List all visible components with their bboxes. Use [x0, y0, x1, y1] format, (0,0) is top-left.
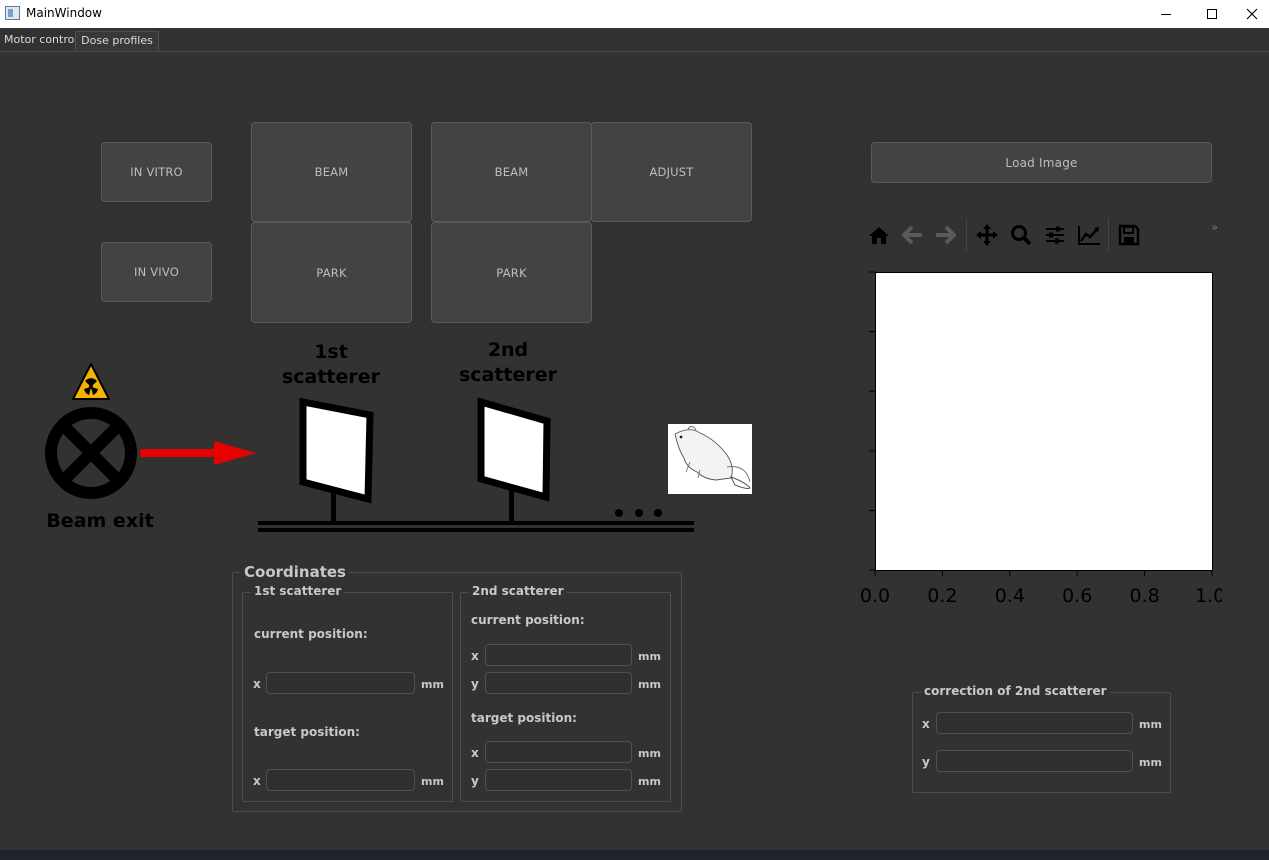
- scatterer2-current-x-unit: mm: [638, 650, 661, 663]
- configure-icon: [1046, 226, 1064, 244]
- scatterer1-target-x-label: x: [253, 774, 261, 788]
- app-window-icon: [5, 6, 20, 20]
- scatterer2-target-y-unit: mm: [638, 775, 661, 788]
- tab-motor-control[interactable]: Motor control: [0, 31, 81, 51]
- ellipsis-dots: [615, 509, 662, 517]
- correction-y-label: y: [922, 755, 930, 769]
- scatterer2-label-line1: 2nd: [487, 339, 529, 361]
- plot-axes: [869, 271, 1213, 576]
- scatterer2-beam-button[interactable]: BEAM: [431, 122, 592, 222]
- toolbar-back-button[interactable]: [900, 222, 926, 248]
- correction-x-unit: mm: [1139, 718, 1162, 731]
- close-icon: [1246, 8, 1258, 20]
- toolbar-forward-button[interactable]: [932, 222, 958, 248]
- scatterer2-target-x-unit: mm: [638, 747, 661, 760]
- scatterer2-park-button[interactable]: PARK: [431, 222, 592, 323]
- correction-y-unit: mm: [1139, 756, 1162, 769]
- toolbar-save-button[interactable]: [1116, 222, 1142, 248]
- scatterer2-diagram-label: 2nd scatterer: [454, 338, 562, 388]
- scatterer1-label-line1: 1st: [314, 341, 348, 363]
- maximize-icon: [1207, 9, 1217, 19]
- scatterer2-current-y-label: y: [471, 677, 479, 691]
- back-icon: [902, 225, 922, 245]
- minimize-icon: [1161, 13, 1171, 15]
- taskbar-strip: [0, 850, 1269, 860]
- scatterer1-current-x-label: x: [253, 677, 261, 691]
- toolbar-zoom-button[interactable]: [1008, 222, 1034, 248]
- x-tick-label: 0.2: [927, 585, 958, 607]
- scatterer2-current-y-unit: mm: [638, 678, 661, 691]
- scatterer1-coords-title: 1st scatterer: [251, 584, 345, 598]
- rail: [258, 485, 694, 532]
- scatterer2-current-y-field[interactable]: [485, 672, 632, 694]
- x-tick-label: 0.6: [1062, 585, 1093, 607]
- scatterer1-current-label: current position:: [254, 627, 368, 641]
- correction-x-label: x: [922, 717, 930, 731]
- x-tick-label: 0.4: [994, 585, 1025, 607]
- scatterer1-diagram-label: 1st scatterer: [277, 340, 385, 390]
- beam-arrow: [140, 441, 256, 465]
- coordinates-title: Coordinates: [241, 563, 349, 581]
- scatterer1-shape: [299, 397, 374, 504]
- save-icon: [1118, 224, 1140, 246]
- close-button[interactable]: [1235, 0, 1269, 28]
- zoom-icon: [1011, 225, 1032, 246]
- scatterer2-target-x-label: x: [471, 746, 479, 760]
- scatterer2-current-x-label: x: [471, 649, 479, 663]
- minimize-button[interactable]: [1143, 0, 1189, 28]
- window-title: MainWindow: [26, 6, 102, 20]
- scatterer1-target-x-field[interactable]: [266, 769, 415, 791]
- correction-title: correction of 2nd scatterer: [921, 684, 1110, 698]
- scatterer1-target-x-unit: mm: [421, 775, 444, 788]
- title-bar: MainWindow: [0, 0, 1269, 28]
- tab-bar: Motor control Dose profiles: [0, 28, 1269, 52]
- scatterer1-current-x-field[interactable]: [266, 672, 415, 694]
- edit-axes-icon: [1078, 226, 1100, 245]
- x-tick-label: 1.0: [1195, 585, 1222, 607]
- toolbar-edit-axes-button[interactable]: [1076, 222, 1102, 248]
- toolbar-separator: [1108, 218, 1109, 252]
- scatterer2-coords-title: 2nd scatterer: [469, 584, 567, 598]
- scatterer2-target-label: target position:: [471, 711, 577, 725]
- scatterer2-label-line2: scatterer: [458, 364, 558, 386]
- x-tick-label: 0.0: [859, 585, 891, 607]
- toolbar-home-button[interactable]: [866, 222, 892, 248]
- scatterer2-adjust-button[interactable]: ADJUST: [591, 122, 752, 222]
- correction-y-field[interactable]: [936, 750, 1133, 772]
- maximize-button[interactable]: [1189, 0, 1235, 28]
- in-vitro-button[interactable]: IN VITRO: [101, 142, 212, 202]
- toolbar-configure-button[interactable]: [1042, 222, 1068, 248]
- toolbar-overflow-button[interactable]: »: [1212, 222, 1218, 233]
- home-icon: [869, 227, 889, 244]
- in-vivo-button[interactable]: IN VIVO: [101, 242, 212, 302]
- beam-exit-icon: [45, 407, 137, 499]
- mouse-image: [668, 424, 752, 494]
- pan-icon: [976, 224, 998, 246]
- scatterer2-target-y-label: y: [471, 774, 479, 788]
- x-tick-label: 0.8: [1129, 585, 1160, 607]
- scatterer1-park-button[interactable]: PARK: [251, 222, 412, 323]
- beam-exit-label: Beam exit: [46, 510, 154, 532]
- scatterer2-shape: [477, 397, 551, 502]
- radiation-hazard-icon: [72, 363, 110, 400]
- scatterer1-label-line2: scatterer: [281, 366, 381, 388]
- correction-group: correction of 2nd scatterer: [912, 684, 1171, 793]
- scatterer1-target-label: target position:: [254, 725, 360, 739]
- scatterer2-target-x-field[interactable]: [485, 741, 632, 763]
- scatterer1-current-x-unit: mm: [421, 678, 444, 691]
- scatterer2-target-y-field[interactable]: [485, 769, 632, 791]
- toolbar-pan-button[interactable]: [974, 222, 1000, 248]
- correction-x-field[interactable]: [936, 712, 1133, 734]
- forward-icon: [936, 225, 956, 245]
- scatterer1-beam-button[interactable]: BEAM: [251, 122, 412, 222]
- tab-dose-profiles[interactable]: Dose profiles: [75, 31, 159, 51]
- scatterer2-current-x-field[interactable]: [485, 644, 632, 666]
- toolbar-separator: [966, 218, 967, 252]
- scatterer2-current-label: current position:: [471, 613, 585, 627]
- load-image-button[interactable]: Load Image: [871, 142, 1212, 183]
